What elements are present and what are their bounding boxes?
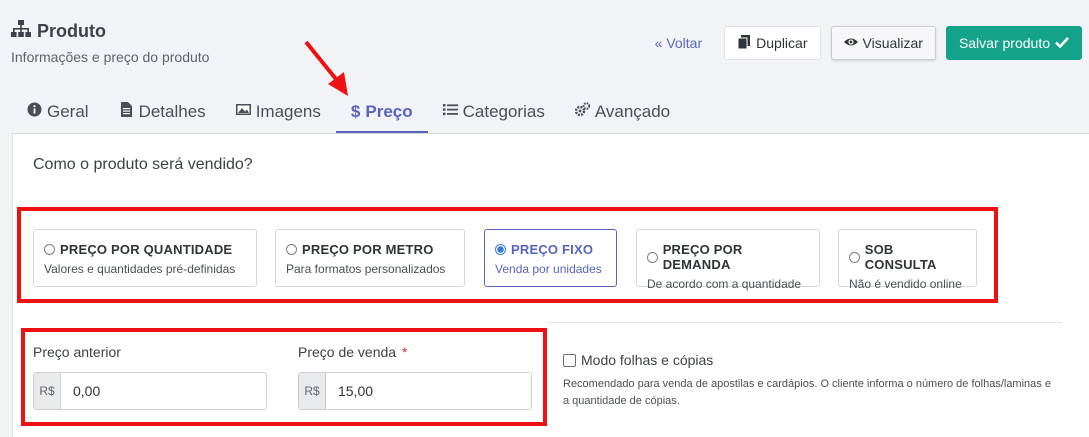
previous-price-label: Preço anterior [33,344,121,360]
tab-avancado[interactable]: Avançado [560,90,685,134]
option-preco-fixo[interactable]: PREÇO FIXO Venda por unidades [484,229,617,287]
section-divider [547,322,1062,323]
option-title: PREÇO POR METRO [302,242,434,257]
copy-icon [737,34,751,52]
view-button[interactable]: Visualizar [830,26,936,60]
radio-button[interactable] [849,251,860,263]
title-row: Produto [11,20,106,43]
sale-price-group: R$ [298,372,532,410]
radio-button[interactable] [647,251,658,263]
option-title-row: PREÇO POR METRO [286,242,454,257]
option-sob-consulta[interactable]: SOB CONSULTA Não é vendido online [838,229,977,291]
option-subtitle: Não é vendido online [849,277,962,291]
radio-button[interactable] [286,244,297,255]
back-link[interactable]: « Voltar [655,35,702,51]
sale-price-label-row: Preço de venda * [298,344,407,360]
tab-label: Geral [47,102,89,121]
view-label: Visualizar [862,35,923,51]
dollar-icon: $ [350,102,361,121]
option-subtitle: Valores e quantidades pré-definidas [44,262,236,276]
option-preco-por-quantidade[interactable]: PREÇO POR QUANTIDADE Valores e quantidad… [33,229,257,287]
duplicate-label: Duplicar [756,35,808,51]
option-preco-por-demanda[interactable]: PREÇO POR DEMANDA De acordo com a quanti… [636,229,820,291]
option-title: PREÇO POR DEMANDA [662,242,743,272]
tab-label: Categorias [462,102,545,121]
required-mark: * [401,344,408,360]
option-title-row: PREÇO POR QUANTIDADE [44,242,246,257]
tab-imagens[interactable]: Imagens [221,90,336,134]
gears-icon [574,102,591,122]
info-circle-icon [27,102,42,122]
sale-price-label: Preço de venda [298,344,397,360]
pricing-card: Como o produto será vendido? PREÇO POR Q… [12,134,1089,437]
sheets-mode-help: Recomendado para venda de apostilas e ca… [563,378,1051,407]
option-title: PREÇO POR QUANTIDADE [60,242,233,257]
tab-preco[interactable]: $ Preço [335,90,428,134]
option-title: SOB CONSULTA [864,242,937,272]
page-title: Produto [37,21,106,41]
currency-prefix: R$ [299,373,326,409]
option-title-row: SOB CONSULTA [849,242,966,272]
image-icon [235,102,251,122]
page-subtitle: Informações e preço do produto [11,49,210,65]
save-label: Salvar produto [958,35,1050,51]
sitemap-icon [11,20,31,43]
duplicate-button[interactable]: Duplicar [724,26,821,60]
tab-geral[interactable]: Geral [12,90,104,134]
previous-price-input[interactable] [61,373,266,409]
previous-price-group: R$ [33,372,267,410]
tab-label: Avançado [594,102,671,121]
option-title-row: PREÇO POR DEMANDA [647,242,809,272]
document-icon [119,102,134,122]
check-icon [1055,35,1069,52]
radio-button[interactable] [44,244,55,255]
save-product-button[interactable]: Salvar produto [945,26,1082,60]
tab-label: Preço [365,102,413,121]
sheets-mode-checkbox[interactable] [563,353,576,367]
sale-price-input[interactable] [326,373,531,409]
page-header: Produto Informações e preço do produto «… [0,0,1089,80]
radio-button[interactable] [495,244,506,255]
tab-label: Detalhes [138,102,206,121]
option-title-row: PREÇO FIXO [495,242,606,257]
sheets-mode-label: Modo folhas e cópias [581,352,714,368]
currency-prefix: R$ [34,373,61,409]
option-title: PREÇO FIXO [511,242,594,257]
option-preco-por-metro[interactable]: PREÇO POR METRO Para formatos personaliz… [275,229,465,287]
eye-icon [843,35,858,52]
list-icon [442,102,458,122]
pricing-question: Como o produto será vendido? [33,156,253,173]
tab-bar: Geral Detalhes Imagens $ Preço Categoria… [12,90,685,134]
tab-categorias[interactable]: Categorias [428,90,560,134]
header-actions: « Voltar Duplicar Visualizar Salvar prod… [655,26,1082,60]
tab-label: Imagens [255,102,321,121]
sheets-mode-toggle[interactable]: Modo folhas e cópias [563,352,713,368]
tab-detalhes[interactable]: Detalhes [104,90,221,134]
option-subtitle: De acordo com a quantidade [647,277,802,291]
option-subtitle: Venda por unidades [495,262,602,276]
option-subtitle: Para formatos personalizados [286,262,446,276]
